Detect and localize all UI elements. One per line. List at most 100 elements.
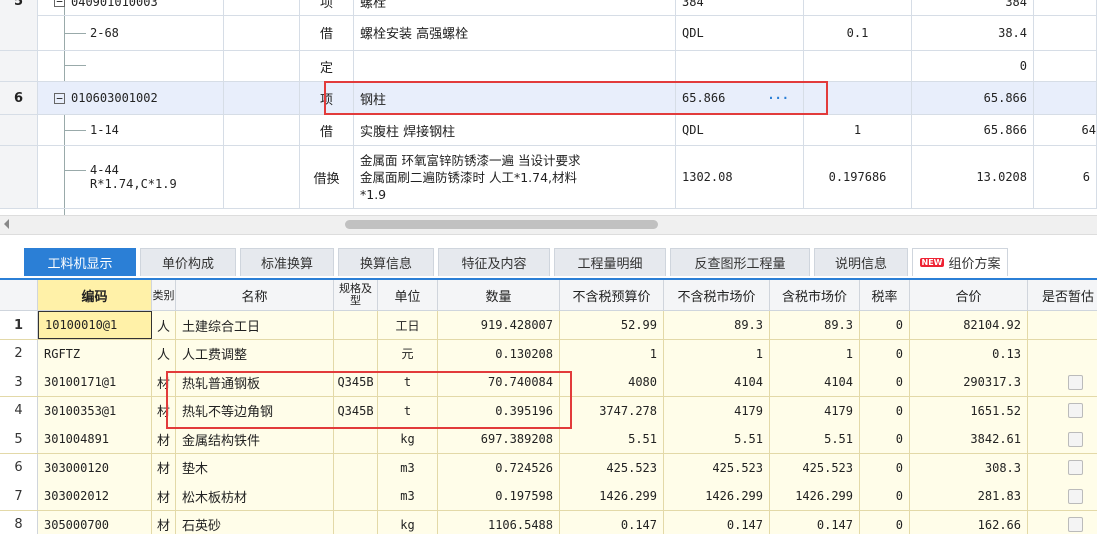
name-cell[interactable]: 松木板枋材 [176,482,334,510]
table-row[interactable]: 7 303002012 材松木板枋材 m3 0.197598 1426.299 1426.2… [0,482,1097,511]
name-cell[interactable]: 螺栓安装 高强螺栓 [354,15,676,50]
qty-cell[interactable]: 70.740084 [438,368,560,396]
name-cell[interactable]: 螺栓 [354,0,676,15]
market-cell[interactable]: 0.147 [664,510,770,534]
taxmarket-cell[interactable]: 1426.299 [770,482,860,510]
taxmarket-cell[interactable]: 1 [770,339,860,368]
name-cell[interactable]: 石英砂 [176,510,334,534]
header-provisional[interactable]: 是否暂估 [1028,280,1097,310]
header-quantity[interactable]: 数量 [438,280,560,310]
total-cell[interactable]: 281.83 [910,482,1028,510]
qty-cell[interactable]: 0.724526 [438,453,560,482]
scroll-left-icon[interactable] [4,219,9,229]
code-cell[interactable]: RGFTZ [38,339,152,368]
spec-cell[interactable]: Q345B [334,368,378,396]
rate-cell[interactable]: 0 [860,396,910,425]
name-cell[interactable]: 实腹柱 焊接钢柱 [354,115,676,145]
spec-cell[interactable] [334,311,378,339]
qty-cell[interactable]: 0.395196 [438,396,560,425]
table-row[interactable]: 5 −040901010003 项 螺栓 384 384 [0,0,1097,16]
name-cell[interactable]: 垫木 [176,453,334,482]
code-cell[interactable]: 4-44 R*1.74,C*1.9 [38,146,224,208]
name-cell[interactable]: 金属面 环氧富锌防锈漆一遍 当设计要求 金属面刷二遍防锈漆时 人工*1.74,材料… [354,146,676,208]
table-row[interactable]: 4-44 R*1.74,C*1.9 借换 金属面 环氧富锌防锈漆一遍 当设计要求金… [0,146,1097,209]
spec-cell[interactable] [334,510,378,534]
qty-cell[interactable]: 919.428007 [438,311,560,339]
qty-cell[interactable]: 384 [676,0,804,15]
total-cell[interactable]: 162.66 [910,510,1028,534]
qty-cell[interactable] [804,51,912,81]
tab-reverse-lookup[interactable]: 反查图形工程量 [670,248,810,276]
market-cell[interactable]: 1 [664,339,770,368]
code-cell[interactable]: 30100171@1 [38,368,152,396]
taxmarket-cell[interactable]: 425.523 [770,453,860,482]
tab-unit-price[interactable]: 单价构成 [140,248,236,276]
table-row[interactable]: 5 301004891 材金属结构铁件 kg 697.389208 5.51 5.51 5.5… [0,425,1097,454]
budget-cell[interactable]: 5.51 [560,425,664,453]
budget-cell[interactable]: 1426.299 [560,482,664,510]
budget-cell[interactable]: 1 [560,339,664,368]
header-market-price[interactable]: 不含税市场价 [664,280,770,310]
table-row[interactable]: 2-68 借 螺栓安装 高强螺栓 QDL 0.1 38.4 [0,15,1097,51]
market-cell[interactable]: 1426.299 [664,482,770,510]
table-row[interactable]: 2 RGFTZ 人人工费调整元 0.130208 1 1 1 0 0.13 [0,339,1097,369]
spec-cell[interactable]: Q345B [334,396,378,425]
total-cell[interactable]: 82104.92 [910,311,1028,339]
code-cell[interactable]: 305000700 [38,510,152,534]
rate-cell[interactable]: 0 [860,311,910,339]
qty-cell[interactable]: 0.197686 [804,146,912,208]
collapse-icon[interactable]: − [54,92,65,104]
tab-labor-material[interactable]: 工料机显示 [24,248,136,276]
table-row[interactable]: 4 30100353@1 材热轧不等边角钢 Q345B t 0.395196 3747.27… [0,396,1097,426]
rate-cell[interactable]: 0 [860,368,910,396]
qty-cell[interactable]: 0.130208 [438,339,560,368]
code-cell[interactable]: 301004891 [38,425,152,453]
taxmarket-cell[interactable]: 4179 [770,396,860,425]
name-cell[interactable]: 土建综合工日 [176,311,334,339]
rate-cell[interactable]: 0 [860,482,910,510]
horizontal-scrollbar[interactable] [0,215,1097,235]
unit-cell[interactable]: QDL [676,115,804,145]
total-cell[interactable]: 3842.61 [910,425,1028,453]
spec-cell[interactable] [334,339,378,368]
tab-pricing-scheme[interactable]: NEW 组价方案 [912,248,1008,276]
table-row[interactable]: 3 30100171@1 材热轧普通钢板 Q345B t 70.740084 4080 410… [0,368,1097,397]
qty-cell[interactable] [804,82,912,114]
tab-quantity-detail[interactable]: 工程量明细 [554,248,666,276]
spec-cell[interactable] [334,425,378,453]
market-cell[interactable]: 4104 [664,368,770,396]
table-row[interactable]: 1-14 借 实腹柱 焊接钢柱 QDL 1 65.866 64 [0,115,1097,146]
provisional-checkbox[interactable] [1068,403,1083,418]
spec-cell[interactable] [334,453,378,482]
unit-cell[interactable]: t [378,396,438,425]
name-cell[interactable]: 热轧不等边角钢 [176,396,334,425]
provisional-checkbox[interactable] [1068,488,1083,504]
header-spec[interactable]: 规格及型 [334,280,378,310]
provisional-checkbox[interactable] [1068,517,1083,532]
market-cell[interactable]: 4179 [664,396,770,425]
unit-cell[interactable]: 1302.08 [676,146,804,208]
header-type[interactable]: 类别 [152,280,176,310]
qty-cell[interactable]: 0.1 [804,15,912,50]
rate-cell[interactable]: 0 [860,425,910,453]
scrollbar-thumb[interactable] [345,220,658,229]
code-cell[interactable] [38,51,224,81]
market-cell[interactable]: 5.51 [664,425,770,453]
market-cell[interactable]: 425.523 [664,453,770,482]
collapse-icon[interactable]: − [54,0,65,7]
tab-conversion-info[interactable]: 换算信息 [338,248,434,276]
code-cell[interactable]: 303000120 [38,453,152,482]
header-tax-market-price[interactable]: 含税市场价 [770,280,860,310]
taxmarket-cell[interactable]: 89.3 [770,311,860,339]
name-cell[interactable]: 钢柱 [354,82,676,114]
table-row-selected[interactable]: 6 −010603001002 项 钢柱 65.866 ··· 65.866 [0,82,1097,115]
qty-cell[interactable]: 1 [804,115,912,145]
tab-standard-conversion[interactable]: 标准换算 [240,248,334,276]
header-budget-price[interactable]: 不含税预算价 [560,280,664,310]
qty-cell[interactable]: 1106.5488 [438,510,560,534]
name-cell[interactable] [354,51,676,81]
market-cell[interactable]: 89.3 [664,311,770,339]
unit-cell[interactable]: t [378,368,438,396]
table-row[interactable]: 8 305000700 材石英砂 kg 1106.5488 0.147 0.147 0.147… [0,510,1097,534]
qty-editor[interactable]: 65.866 ··· [676,82,804,114]
